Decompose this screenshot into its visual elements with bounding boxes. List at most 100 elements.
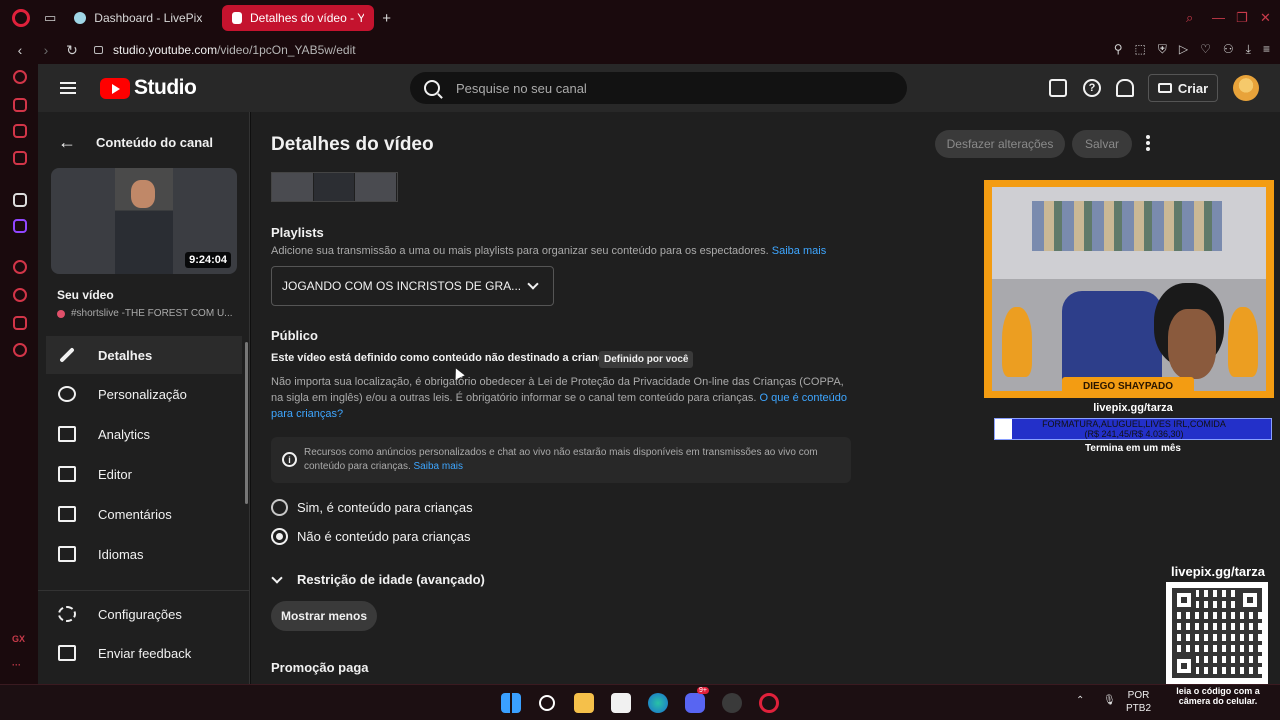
goal-text: FORMATURA,ALUGUEL,LIVES IRL,COMIDA (R$ 2… bbox=[995, 419, 1273, 439]
video-title-text: #shortslive -THE FOREST COM U... bbox=[71, 308, 233, 319]
url-field[interactable]: studio.youtube.com/video/1pcOn_YAB5w/edi… bbox=[113, 43, 356, 57]
store-icon[interactable] bbox=[611, 693, 631, 713]
snapshot-icon[interactable]: ⬚ bbox=[1135, 42, 1146, 57]
studio-header: Studio Pesquise no seu canal ? Criar bbox=[38, 64, 1280, 112]
radio-button-selected[interactable] bbox=[271, 528, 288, 545]
studio-wordmark[interactable]: Studio bbox=[134, 76, 197, 100]
menu-icon[interactable]: ≡ bbox=[1263, 42, 1270, 57]
sidebar-item-idiomas[interactable]: Idiomas bbox=[46, 535, 242, 573]
sidebar-item-configuracoes[interactable]: Configurações bbox=[46, 595, 242, 633]
lang-line2: PTB2 bbox=[1126, 703, 1152, 714]
video-title[interactable]: #shortslive -THE FOREST COM U... bbox=[57, 308, 237, 319]
player-sidebar-icon[interactable] bbox=[13, 260, 27, 274]
tab-title: Detalhes do vídeo - YouTu bbox=[250, 11, 365, 25]
sidebar-item-label: Editor bbox=[98, 466, 132, 482]
new-tab-plus-icon[interactable]: + bbox=[382, 10, 391, 27]
twitch-icon[interactable] bbox=[13, 219, 27, 233]
crypto-wallet-icon[interactable] bbox=[13, 98, 27, 112]
messenger-icon[interactable] bbox=[13, 151, 27, 165]
left-silhouette bbox=[1002, 307, 1032, 377]
qr-title: livepix.gg/tarza bbox=[1171, 564, 1265, 579]
vpn-shield-icon[interactable]: ⛨ bbox=[1158, 42, 1167, 57]
sidebar-item-feedback[interactable]: Enviar feedback bbox=[46, 634, 242, 672]
opera-logo-icon[interactable] bbox=[12, 9, 30, 27]
gx-corner-icon[interactable] bbox=[13, 124, 27, 138]
pencil-icon bbox=[59, 347, 75, 363]
youtube-favicon-icon bbox=[232, 12, 243, 24]
editor-icon bbox=[58, 466, 76, 482]
search-tabs-icon[interactable]: ⌕ bbox=[1186, 10, 1193, 26]
back-nav-icon[interactable]: ‹ bbox=[14, 42, 26, 58]
microphone-icon[interactable]: 🎙 bbox=[1103, 695, 1116, 706]
gx-icon[interactable]: GX bbox=[12, 634, 25, 644]
notifications-bell-icon[interactable] bbox=[1116, 79, 1134, 97]
radio-kids-yes[interactable]: Sim, é conteúdo para crianças bbox=[271, 499, 473, 516]
page-title: Detalhes do vídeo bbox=[271, 134, 434, 155]
info-text: Recursos como anúncios personalizados e … bbox=[304, 447, 818, 472]
file-explorer-icon[interactable] bbox=[574, 693, 594, 713]
hamburger-menu-icon[interactable] bbox=[60, 82, 76, 94]
download-icon[interactable]: ⤓ bbox=[1246, 42, 1251, 57]
age-restriction-toggle[interactable]: Restrição de idade (avançado) bbox=[271, 571, 485, 587]
webcam-overlay: DIEGO SHAYPADO bbox=[984, 180, 1274, 398]
sidebar-item-analytics[interactable]: Analytics bbox=[46, 415, 242, 453]
tab-video-details[interactable]: Detalhes do vídeo - YouTu bbox=[222, 5, 375, 31]
info-learn-more-link[interactable]: Saiba mais bbox=[414, 461, 463, 472]
show-less-button[interactable]: Mostrar menos bbox=[271, 601, 377, 631]
language-indicator[interactable]: POR PTB2 bbox=[1126, 689, 1151, 715]
close-window-icon[interactable]: ✕ bbox=[1260, 10, 1271, 26]
tab-livepix-dashboard[interactable]: Dashboard - LivePix bbox=[64, 5, 214, 31]
messages-icon[interactable] bbox=[1049, 79, 1067, 97]
discord-icon[interactable]: 9+ bbox=[685, 687, 709, 713]
live-status-icon bbox=[57, 309, 65, 318]
obs-icon[interactable] bbox=[722, 693, 742, 713]
radio-kids-no[interactable]: Não é conteúdo para crianças bbox=[271, 528, 470, 545]
minimize-icon[interactable]: — bbox=[1212, 10, 1225, 25]
back-to-content-button[interactable]: ← Conteúdo do canal bbox=[58, 132, 213, 153]
more-options-icon[interactable] bbox=[1146, 135, 1150, 151]
windows-start-icon[interactable] bbox=[501, 693, 521, 713]
app-icon[interactable] bbox=[13, 193, 27, 207]
qr-code bbox=[1166, 582, 1268, 684]
sidebar-item-editor[interactable]: Editor bbox=[46, 455, 242, 493]
create-button[interactable]: Criar bbox=[1148, 74, 1218, 102]
feedback-icon bbox=[58, 645, 76, 661]
sidebar-item-personalizacao[interactable]: Personalização bbox=[46, 375, 242, 413]
save-button[interactable]: Salvar bbox=[1072, 130, 1132, 158]
back-label: Conteúdo do canal bbox=[96, 135, 213, 150]
playlists-learn-more-link[interactable]: Saiba mais bbox=[772, 245, 826, 257]
channel-avatar[interactable] bbox=[1233, 75, 1259, 101]
playlist-dropdown[interactable]: JOGANDO COM OS INCRISTOS DE GRA... bbox=[271, 266, 554, 306]
radio-button[interactable] bbox=[271, 499, 288, 516]
maximize-icon[interactable]: ❐ bbox=[1236, 10, 1248, 26]
edge-browser-icon[interactable] bbox=[648, 693, 668, 713]
thumbnail-options[interactable] bbox=[271, 172, 398, 202]
forward-nav-icon[interactable]: › bbox=[40, 42, 52, 58]
your-video-label: Seu vídeo bbox=[57, 288, 114, 302]
settings-sidebar-icon[interactable] bbox=[13, 343, 27, 357]
sidebar-item-detalhes[interactable]: Detalhes bbox=[46, 336, 242, 374]
reload-icon[interactable]: ↻ bbox=[66, 42, 78, 59]
tab-manager-icon[interactable]: ▭ bbox=[44, 10, 56, 26]
sidebar-item-comentarios[interactable]: Comentários bbox=[46, 495, 242, 533]
coppa-description: Não importa sua localização, é obrigatór… bbox=[271, 376, 848, 420]
opera-taskbar-icon[interactable] bbox=[759, 693, 779, 713]
channel-search-input[interactable]: Pesquise no seu canal bbox=[410, 72, 907, 104]
youtube-logo-icon[interactable] bbox=[100, 77, 130, 99]
player-icon[interactable]: ▷ bbox=[1179, 42, 1188, 57]
tray-chevron-icon[interactable]: ⌃ bbox=[1076, 695, 1084, 706]
help-icon[interactable]: ? bbox=[1083, 79, 1101, 97]
aria-icon[interactable] bbox=[13, 70, 27, 84]
taskbar-search-icon[interactable] bbox=[539, 695, 555, 711]
history-icon[interactable] bbox=[13, 288, 27, 302]
more-icon[interactable]: ··· bbox=[12, 660, 21, 670]
heart-icon[interactable]: ♡ bbox=[1200, 42, 1211, 57]
info-notice: i Recursos como anúncios personalizados … bbox=[271, 437, 851, 483]
profile-icon[interactable]: ⚇ bbox=[1223, 42, 1234, 57]
video-thumbnail[interactable]: 9:24:04 bbox=[51, 168, 237, 274]
info-icon: i bbox=[282, 452, 297, 467]
undo-changes-button[interactable]: Desfazer alterações bbox=[935, 130, 1065, 158]
pin-icon[interactable]: ⚲ bbox=[1114, 42, 1123, 57]
extensions-icon[interactable] bbox=[13, 316, 27, 330]
sidebar-scrollbar[interactable] bbox=[245, 342, 248, 504]
